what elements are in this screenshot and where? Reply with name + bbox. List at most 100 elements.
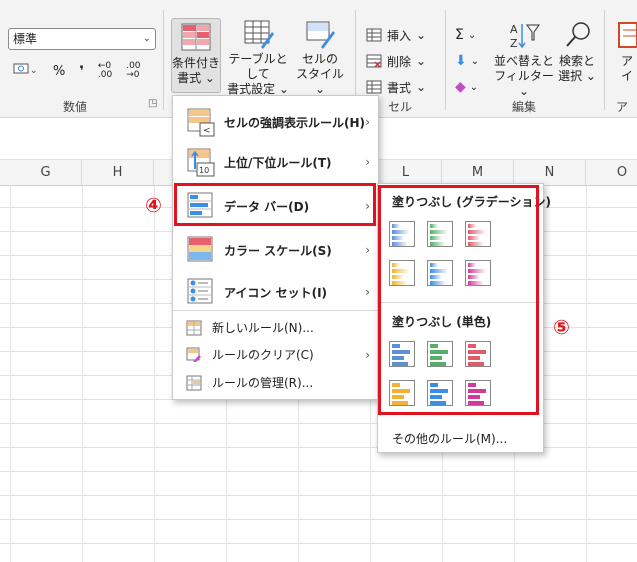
column-header-g[interactable]: G	[10, 160, 82, 186]
svg-text:10: 10	[199, 166, 209, 175]
sort-filter-icon: A Z	[507, 20, 541, 52]
clear-button[interactable]: ◆ ⌄	[455, 74, 479, 100]
conditional-formatting-icon	[179, 22, 213, 54]
chevron-right-icon: ›	[365, 347, 370, 362]
menu-item-label: 上位/下位ルール(T)	[224, 155, 332, 170]
clear-rules-icon	[186, 347, 202, 363]
sort-filter-button[interactable]: A Z 並べ替えと フィルター ⌄	[494, 20, 554, 99]
top-bottom-rules-icon: 10	[186, 147, 216, 177]
format-as-table-label-1: テーブルとして	[228, 52, 288, 81]
insert-cells-button[interactable]: 挿入 ⌄	[366, 22, 426, 48]
menu-item-label: ルールの管理(R)...	[212, 376, 314, 390]
addins-button[interactable]: ア イ	[611, 20, 637, 84]
icon-sets-icon	[186, 277, 216, 307]
svg-text:<: <	[203, 126, 211, 136]
menu-item-new-rule[interactable]: 新しいルール(N)...	[173, 314, 378, 341]
cells-group-label: セル	[388, 100, 413, 114]
group-separator	[604, 10, 605, 110]
chevron-down-icon: ⌄	[467, 29, 477, 41]
menu-item-label: ルールのクリア(C)	[212, 348, 314, 362]
eraser-icon: ◆	[455, 79, 466, 95]
conditional-formatting-label-1: 条件付き	[172, 56, 221, 70]
find-select-button[interactable]: 検索と 選択 ⌄	[556, 20, 598, 84]
conditional-formatting-label-2: 書式 ⌄	[177, 71, 215, 85]
menu-item-clear-rules[interactable]: ルールのクリア(C) ›	[173, 341, 378, 368]
menu-item-manage-rules[interactable]: ルールの管理(R)...	[173, 369, 378, 396]
menu-item-color-scales[interactable]: カラー スケール(S) ›	[173, 230, 378, 270]
editing-group-label: 編集	[512, 100, 537, 114]
svg-text:⌄: ⌄	[30, 66, 38, 76]
chevron-right-icon: ›	[365, 115, 370, 129]
delete-cells-button[interactable]: 削除 ⌄	[366, 48, 426, 74]
insert-label: 挿入	[387, 28, 412, 43]
chevron-right-icon: ›	[365, 243, 370, 257]
decrease-decimal-icon[interactable]: .00 →0	[123, 61, 143, 81]
currency-format-icon[interactable]: ⌄	[10, 60, 42, 82]
menu-item-label: 新しいルール(N)...	[212, 321, 314, 335]
column-header-o[interactable]: O	[586, 160, 637, 186]
annotation-highlight-data-bars	[174, 183, 376, 226]
menu-divider	[173, 310, 378, 311]
sort-filter-label-2: フィルター ⌄	[494, 69, 554, 98]
chevron-down-icon: ⌄	[416, 80, 427, 94]
chevron-right-icon: ›	[365, 285, 370, 299]
svg-text:A: A	[510, 23, 518, 36]
number-format-buttons: ⌄ % ❜ ←0.00 .00 →0	[10, 60, 144, 82]
cell-styles-button[interactable]: セルの スタイル ⌄	[294, 18, 346, 97]
svg-text:Z: Z	[510, 37, 518, 50]
menu-item-highlight-rules[interactable]: < セルの強調表示ルール(H) ›	[173, 102, 378, 142]
step-4-badge: ④	[145, 193, 162, 217]
format-as-table-button[interactable]: テーブルとして 書式設定 ⌄	[224, 18, 292, 97]
column-header-h[interactable]: H	[82, 160, 154, 186]
menu-item-label: アイコン セット(I)	[224, 285, 328, 300]
step-5-badge: ⑤	[553, 315, 570, 339]
insert-icon	[366, 28, 382, 42]
delete-label: 削除	[387, 54, 412, 69]
chevron-right-icon: ›	[365, 155, 370, 169]
chevron-down-icon: ⌄	[142, 33, 151, 44]
menu-item-icon-sets[interactable]: アイコン セット(I) ›	[173, 272, 378, 312]
chevron-down-icon: ⌄	[469, 81, 479, 93]
conditional-formatting-button[interactable]: 条件付き 書式 ⌄	[171, 18, 221, 93]
group-separator	[163, 10, 164, 110]
menu-item-top-bottom-rules[interactable]: 10 上位/下位ルール(T) ›	[173, 142, 378, 182]
sort-filter-label-1: 並べ替えと	[494, 54, 555, 68]
color-scales-icon	[186, 235, 216, 265]
addins-icon	[611, 20, 637, 52]
fill-button[interactable]: ⬇ ⌄	[455, 48, 479, 74]
new-rule-icon	[186, 320, 202, 336]
comma-style-icon[interactable]: ❜	[76, 63, 87, 80]
percent-button[interactable]: %	[50, 63, 68, 80]
manage-rules-icon	[186, 375, 202, 391]
chevron-down-icon: ⌄	[470, 55, 480, 67]
cell-styles-label-2: スタイル ⌄	[295, 67, 344, 96]
dialog-launcher-icon[interactable]: ◳	[148, 98, 157, 109]
group-separator	[445, 10, 446, 110]
format-label: 書式	[387, 80, 412, 95]
number-format-dropdown[interactable]: 標準 ⌄	[8, 28, 156, 50]
number-group-label: 数値	[63, 100, 88, 114]
increase-decimal-icon[interactable]: ←0.00	[95, 61, 115, 81]
addins-label-1: ア	[621, 54, 634, 68]
cell-styles-icon	[303, 18, 337, 50]
menu-item-label: カラー スケール(S)	[224, 243, 332, 258]
find-select-label-1: 検索と	[558, 54, 595, 68]
find-select-label-2: 選択 ⌄	[558, 69, 596, 83]
menu-item-label: セルの強調表示ルール(H)	[224, 115, 366, 130]
more-rules-button[interactable]: その他のルール(M)...	[392, 430, 507, 447]
chevron-down-icon: ⌄	[416, 28, 427, 42]
sigma-icon: Σ	[455, 27, 464, 43]
chevron-down-icon: ⌄	[416, 54, 427, 68]
addins-label-2: イ	[621, 69, 634, 83]
search-icon	[560, 20, 594, 52]
table-format-icon	[241, 18, 275, 50]
highlight-rules-icon: <	[186, 107, 216, 137]
autosum-button[interactable]: Σ ⌄	[455, 22, 479, 48]
fill-down-icon: ⬇	[455, 53, 467, 69]
delete-icon	[366, 54, 382, 68]
number-format-value: 標準	[13, 32, 38, 46]
cell-styles-label-1: セルの	[301, 52, 338, 66]
cells-group: 挿入 ⌄ 削除 ⌄ 書式 ⌄	[366, 22, 426, 100]
format-icon	[366, 80, 382, 94]
conditional-formatting-menu: < セルの強調表示ルール(H) › 10 上位/下位ルール(T) › データ バ…	[172, 95, 379, 400]
